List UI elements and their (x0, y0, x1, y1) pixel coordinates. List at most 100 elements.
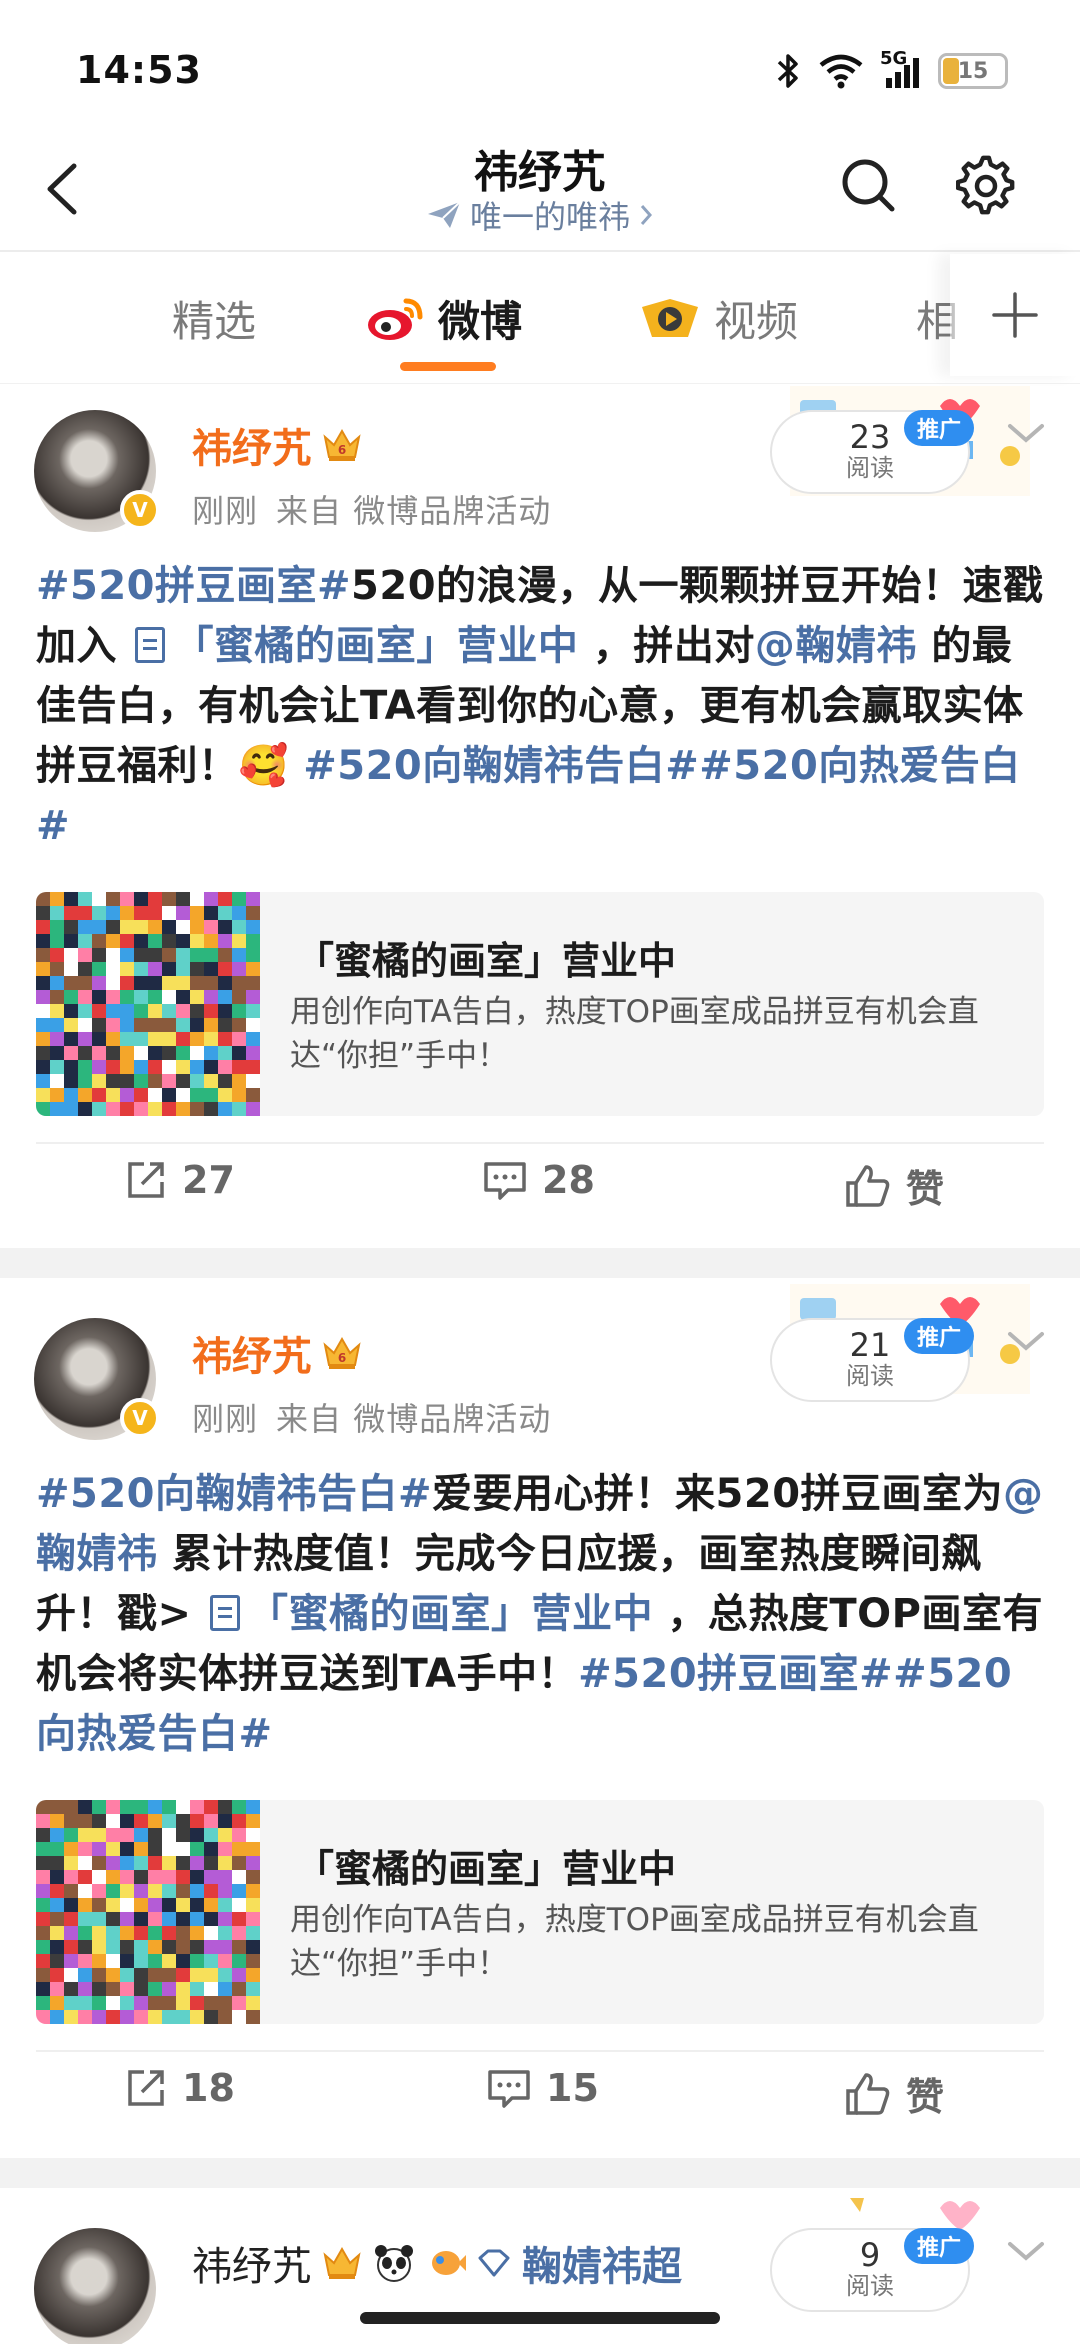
topic-link[interactable]: #520向鞠婧祎告白# (303, 743, 699, 789)
search-icon (842, 159, 895, 212)
author-name-text: 祎纾艽 (192, 2244, 312, 2290)
promo-tag: 推广 (904, 1318, 974, 1354)
tab-featured[interactable]: 精选 (172, 288, 256, 349)
signal-icon: 5G (880, 48, 922, 90)
thumbs-up-icon (846, 1164, 890, 1207)
comment-icon (488, 2070, 530, 2108)
activity-card[interactable]: 「蜜橘的画室」营业中 用创作向TA告白，热度TOP画室成品拼豆有机会直达“你担”… (36, 892, 1044, 1116)
comment-button[interactable]: 15 (486, 2066, 599, 2110)
post-meta: 刚刚 来自 微博品牌活动 (192, 1394, 569, 1440)
card-title: 「蜜橘的画室」营业中 (296, 939, 677, 983)
post-meta: 刚刚 来自 微博品牌活动 (192, 486, 569, 532)
diamond-icon (478, 2249, 510, 2277)
search-button[interactable] (838, 154, 898, 218)
emoji: 🥰 (238, 743, 289, 789)
tab-weibo[interactable]: 微博 (366, 288, 522, 349)
repost-count: 27 (182, 1158, 235, 1202)
group-name: 唯一的唯祎 (469, 198, 630, 236)
like-button[interactable]: 赞 (844, 1158, 944, 1213)
promo-tag: 推广 (904, 2228, 974, 2264)
status-bar: 14:53 5G 15 (0, 0, 1080, 130)
card-description: 用创作向TA告白，热度TOP画室成品拼豆有机会直达“你担”手中！ (290, 1902, 979, 1982)
group-link[interactable]: 唯一的唯祎 (0, 192, 1080, 238)
verified-badge-icon: V (120, 1398, 160, 1438)
super-topic-link[interactable]: 鞠婧祎超 (522, 2234, 682, 2292)
avatar[interactable] (34, 2228, 156, 2344)
author-name[interactable]: 祎纾艽 鞠婧祎超 (192, 2234, 682, 2292)
fish-icon (432, 2251, 466, 2275)
tab-video[interactable]: 视频 (640, 288, 798, 349)
add-tab-button[interactable] (950, 254, 1080, 376)
chevron-down-icon[interactable] (1004, 418, 1048, 448)
post-time: 刚刚 (192, 492, 259, 530)
weibo-profile-screen: 14:53 5G 15 祎纾艽 唯一的唯祎 精选 微博 视频 相 V 祎纾艽 6… (0, 0, 1080, 2344)
chevron-right-icon (640, 205, 653, 225)
paper-plane-icon (427, 201, 461, 228)
home-indicator[interactable] (360, 2312, 720, 2324)
gear-icon (955, 155, 1015, 215)
chevron-down-icon[interactable] (1004, 1326, 1048, 1356)
read-label: 阅读 (846, 2272, 894, 2300)
settings-button[interactable] (955, 154, 1016, 218)
activity-card[interactable]: 「蜜橘的画室」营业中 用创作向TA告白，热度TOP画室成品拼豆有机会直达“你担”… (36, 1800, 1044, 2024)
pixel-art-thumbnail (36, 892, 260, 1116)
profile-tabs: 精选 微博 视频 相 (0, 254, 1080, 384)
repost-button[interactable]: 18 (124, 2066, 235, 2110)
repost-button[interactable]: 27 (124, 1158, 235, 1202)
svg-text:6: 6 (338, 443, 346, 457)
chevron-down-icon[interactable] (1004, 2236, 1048, 2266)
page-header: 祎纾艽 唯一的唯祎 (0, 130, 1080, 252)
tab-label: 视频 (714, 297, 799, 346)
comment-button[interactable]: 28 (482, 1158, 595, 1202)
tab-label: 微博 (438, 297, 523, 346)
wifi-icon (819, 54, 863, 89)
bluetooth-icon (777, 54, 798, 88)
topic-link[interactable]: #520拼豆画室# (578, 1651, 893, 1697)
mention-link[interactable]: @鞠婧祎 (755, 623, 917, 669)
battery-level: 15 (957, 58, 989, 84)
text-segment: 爱要用心拼！来520拼豆画室为 (432, 1471, 1004, 1517)
status-time: 14:53 (76, 48, 202, 92)
avatar[interactable]: V (34, 410, 160, 532)
post-text: #520向鞠婧祎告白#爱要用心拼！来520拼豆画室为@鞠婧祎 累计热度值！完成今… (36, 1464, 1046, 1764)
crown-badge-icon: 6 (323, 428, 361, 461)
page-title: 祎纾艽 (474, 147, 606, 198)
topic-link[interactable]: #520向鞠婧祎告白# (36, 1471, 432, 1517)
verified-badge-icon: V (120, 490, 160, 530)
like-button[interactable]: 赞 (844, 2066, 944, 2121)
battery-icon: 15 (938, 53, 1008, 89)
active-tab-indicator (400, 362, 496, 371)
post-card[interactable]: V 祎纾艽 6 刚刚 来自 微博品牌活动 21 阅读 推广 #520向鞠婧祎告白#… (0, 1278, 1080, 2150)
crown-badge-icon: 6 (323, 1336, 361, 1369)
post-card[interactable]: V 祎纾艽 6 刚刚 来自 微博品牌活动 23 阅读 推广 #520拼豆画室#52… (0, 386, 1080, 1244)
page-link[interactable]: 「蜜橘的画室」营业中 (131, 623, 578, 669)
repost-icon (128, 2070, 164, 2106)
page-link-label: 「蜜橘的画室」营业中 (247, 1591, 653, 1637)
page-link-label: 「蜜橘的画室」营业中 (173, 623, 579, 669)
author-name-text: 祎纾艽 (192, 426, 312, 472)
post-actions: 18 15 赞 (0, 2042, 1080, 2152)
post-text: #520拼豆画室#520的浪漫，从一颗颗拼豆开始！速戳加入 「蜜橘的画室」营业中… (36, 556, 1046, 856)
page-link[interactable]: 「蜜橘的画室」营业中 (206, 1591, 653, 1637)
author-name-text: 祎纾艽 (192, 1334, 312, 1380)
repost-count: 18 (182, 2066, 235, 2110)
like-label: 赞 (906, 2075, 945, 2119)
crown-badge-icon (323, 2246, 361, 2279)
read-label: 阅读 (846, 454, 894, 482)
post-source: 来自 微博品牌活动 (276, 1400, 552, 1438)
feed-separator (0, 1248, 1080, 1278)
panda-icon (375, 2245, 413, 2282)
text-segment: ，拼出对 (592, 623, 755, 669)
topic-link[interactable]: #520拼豆画室# (36, 563, 351, 609)
document-icon (135, 627, 166, 663)
tab-label: 精选 (172, 297, 257, 346)
avatar[interactable]: V (34, 1318, 160, 1440)
author-name[interactable]: 祎纾艽 6 (192, 416, 362, 474)
weibo-logo-icon (368, 298, 423, 340)
read-label: 阅读 (846, 1362, 894, 1390)
svg-text:6: 6 (338, 1351, 346, 1365)
video-icon (642, 298, 698, 337)
author-name[interactable]: 祎纾艽 6 (192, 1324, 362, 1382)
promo-tag: 推广 (904, 410, 974, 446)
thumbs-up-icon (846, 2072, 890, 2115)
